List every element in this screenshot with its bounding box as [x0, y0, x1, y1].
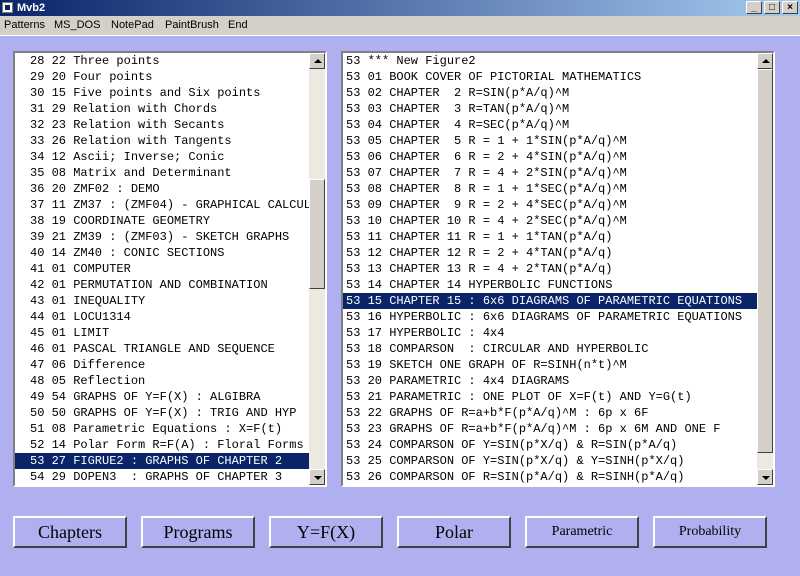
- menu-bar: Patterns MS_DOS NotePad PaintBrush End: [0, 16, 800, 36]
- right-listbox[interactable]: 53 *** New Figure2 53 01 BOOK COVER OF PI…: [341, 51, 775, 487]
- left-list-item[interactable]: 45 01 LIMIT: [15, 325, 325, 341]
- programs-button[interactable]: Programs: [141, 516, 255, 548]
- left-list-item[interactable]: 33 26 Relation with Tangents: [15, 133, 325, 149]
- polar-button[interactable]: Polar: [397, 516, 511, 548]
- left-list: 28 22 Three points 29 20 Four points 30 15…: [15, 53, 325, 485]
- right-scroll-down-button[interactable]: [757, 469, 773, 485]
- right-list-item[interactable]: 53 22 GRAPHS OF R=a+b*F(p*A/q)^M : 6p x …: [343, 405, 773, 421]
- right-list-item[interactable]: 53 23 GRAPHS OF R=a+b*F(p*A/q)^M : 6p x …: [343, 421, 773, 437]
- menu-ms-dos[interactable]: MS_DOS: [54, 19, 100, 31]
- chapters-button[interactable]: Chapters: [13, 516, 127, 548]
- menu-patterns[interactable]: Patterns: [4, 19, 45, 31]
- minimize-button[interactable]: _: [746, 1, 762, 14]
- down-arrow-icon: [762, 476, 770, 480]
- menu-paintbrush[interactable]: PaintBrush: [165, 19, 219, 31]
- left-list-item[interactable]: 29 20 Four points: [15, 69, 325, 85]
- right-list-item[interactable]: 53 02 CHAPTER 2 R=SIN(p*A/q)^M: [343, 85, 773, 101]
- down-arrow-icon: [314, 476, 322, 480]
- right-scrollbar[interactable]: [757, 53, 773, 485]
- left-listbox[interactable]: 28 22 Three points 29 20 Four points 30 15…: [13, 51, 327, 487]
- left-list-item[interactable]: 35 08 Matrix and Determinant: [15, 165, 325, 181]
- up-arrow-icon: [762, 59, 770, 63]
- right-list-item[interactable]: 53 16 HYPERBOLIC : 6x6 DIAGRAMS OF PARAM…: [343, 309, 773, 325]
- left-list-item[interactable]: 28 22 Three points: [15, 53, 325, 69]
- right-list-item[interactable]: 53 21 PARAMETRIC : ONE PLOT OF X=F(t) AN…: [343, 389, 773, 405]
- right-list-item[interactable]: 53 15 CHAPTER 15 : 6x6 DIAGRAMS OF PARAM…: [343, 293, 773, 309]
- close-button[interactable]: ×: [782, 1, 798, 14]
- parametric-button[interactable]: Parametric: [525, 516, 639, 548]
- left-list-item[interactable]: 30 15 Five points and Six points: [15, 85, 325, 101]
- right-list-item[interactable]: 53 13 CHAPTER 13 R = 4 + 2*TAN(p*A/q): [343, 261, 773, 277]
- client-area: 28 22 Three points 29 20 Four points 30 15…: [0, 36, 800, 576]
- left-list-item[interactable]: 43 01 INEQUALITY: [15, 293, 325, 309]
- yfx-button[interactable]: Y=F(X): [269, 516, 383, 548]
- right-list-item[interactable]: 53 07 CHAPTER 7 R = 4 + 2*SIN(p*A/q)^M: [343, 165, 773, 181]
- left-list-item[interactable]: 34 12 Ascii; Inverse; Conic: [15, 149, 325, 165]
- right-list-item[interactable]: 53 10 CHAPTER 10 R = 4 + 2*SEC(p*A/q)^M: [343, 213, 773, 229]
- left-list-item[interactable]: 44 01 LOCU1314: [15, 309, 325, 325]
- left-list-item[interactable]: 46 01 PASCAL TRIANGLE AND SEQUENCE: [15, 341, 325, 357]
- left-list-item[interactable]: 36 20 ZMF02 : DEMO: [15, 181, 325, 197]
- left-list-item[interactable]: 48 05 Reflection: [15, 373, 325, 389]
- left-list-item[interactable]: 42 01 PERMUTATION AND COMBINATION: [15, 277, 325, 293]
- up-arrow-icon: [314, 59, 322, 63]
- window-title: Mvb2: [17, 2, 46, 14]
- right-list-item[interactable]: 53 14 CHAPTER 14 HYPERBOLIC FUNCTIONS: [343, 277, 773, 293]
- left-scroll-down-button[interactable]: [309, 469, 325, 485]
- left-list-item[interactable]: 38 19 COORDINATE GEOMETRY: [15, 213, 325, 229]
- title-bar[interactable]: Mvb2 _ □ ×: [0, 0, 800, 16]
- left-list-item[interactable]: 47 06 Difference: [15, 357, 325, 373]
- right-list-item[interactable]: 53 08 CHAPTER 8 R = 1 + 1*SEC(p*A/q)^M: [343, 181, 773, 197]
- right-list-item[interactable]: 53 18 COMPARSON : CIRCULAR AND HYPERBOLI…: [343, 341, 773, 357]
- left-list-item[interactable]: 39 21 ZM39 : (ZMF03) - SKETCH GRAPHS: [15, 229, 325, 245]
- left-list-item[interactable]: 32 23 Relation with Secants: [15, 117, 325, 133]
- right-scroll-up-button[interactable]: [757, 53, 773, 69]
- left-list-item[interactable]: 52 14 Polar Form R=F(A) : Floral Forms: [15, 437, 325, 453]
- left-scroll-thumb[interactable]: [309, 179, 325, 289]
- left-list-item[interactable]: 54 29 DOPEN3 : GRAPHS OF CHAPTER 3: [15, 469, 325, 485]
- left-scrollbar[interactable]: [309, 53, 325, 485]
- left-list-item[interactable]: 53 27 FIGRUE2 : GRAPHS OF CHAPTER 2: [15, 453, 325, 469]
- probability-button[interactable]: Probability: [653, 516, 767, 548]
- left-list-item[interactable]: 37 11 ZM37 : (ZMF04) - GRAPHICAL CALCULU…: [15, 197, 325, 213]
- right-list-item[interactable]: 53 06 CHAPTER 6 R = 2 + 4*SIN(p*A/q)^M: [343, 149, 773, 165]
- right-list-item[interactable]: 53 25 COMPARSON OF Y=SIN(p*X/q) & Y=SINH…: [343, 453, 773, 469]
- left-list-item[interactable]: 31 29 Relation with Chords: [15, 101, 325, 117]
- menu-notepad[interactable]: NotePad: [111, 19, 154, 31]
- right-list-item[interactable]: 53 26 COMPARSON OF R=SIN(p*A/q) & R=SINH…: [343, 469, 773, 485]
- right-list-item[interactable]: 53 01 BOOK COVER OF PICTORIAL MATHEMATIC…: [343, 69, 773, 85]
- right-list-item[interactable]: 53 05 CHAPTER 5 R = 1 + 1*SIN(p*A/q)^M: [343, 133, 773, 149]
- right-list-item[interactable]: 53 *** New Figure2: [343, 53, 773, 69]
- right-list-item[interactable]: 53 12 CHAPTER 12 R = 2 + 4*TAN(p*A/q): [343, 245, 773, 261]
- right-list-item[interactable]: 53 19 SKETCH ONE GRAPH OF R=SINH(n*t)^M: [343, 357, 773, 373]
- right-list-item[interactable]: 53 24 COMPARSON OF Y=SIN(p*X/q) & R=SIN(…: [343, 437, 773, 453]
- left-list-item[interactable]: 41 01 COMPUTER: [15, 261, 325, 277]
- left-list-item[interactable]: 40 14 ZM40 : CONIC SECTIONS: [15, 245, 325, 261]
- right-scroll-thumb[interactable]: [757, 69, 773, 453]
- right-list-item[interactable]: 53 03 CHAPTER 3 R=TAN(p*A/q)^M: [343, 101, 773, 117]
- menu-end[interactable]: End: [228, 19, 248, 31]
- left-list-item[interactable]: 50 50 GRAPHS OF Y=F(X) : TRIG AND HYP: [15, 405, 325, 421]
- maximize-button[interactable]: □: [764, 1, 780, 14]
- left-scroll-up-button[interactable]: [309, 53, 325, 69]
- right-list-item[interactable]: 53 11 CHAPTER 11 R = 1 + 1*TAN(p*A/q): [343, 229, 773, 245]
- right-list-item[interactable]: 53 04 CHAPTER 4 R=SEC(p*A/q)^M: [343, 117, 773, 133]
- left-list-item[interactable]: 49 54 GRAPHS OF Y=F(X) : ALGIBRA: [15, 389, 325, 405]
- app-icon[interactable]: [2, 2, 13, 13]
- left-list-item[interactable]: 51 08 Parametric Equations : X=F(t): [15, 421, 325, 437]
- right-list: 53 *** New Figure2 53 01 BOOK COVER OF PI…: [343, 53, 773, 485]
- right-list-item[interactable]: 53 09 CHAPTER 9 R = 2 + 4*SEC(p*A/q)^M: [343, 197, 773, 213]
- right-list-item[interactable]: 53 20 PARAMETRIC : 4x4 DIAGRAMS: [343, 373, 773, 389]
- right-list-item[interactable]: 53 17 HYPERBOLIC : 4x4: [343, 325, 773, 341]
